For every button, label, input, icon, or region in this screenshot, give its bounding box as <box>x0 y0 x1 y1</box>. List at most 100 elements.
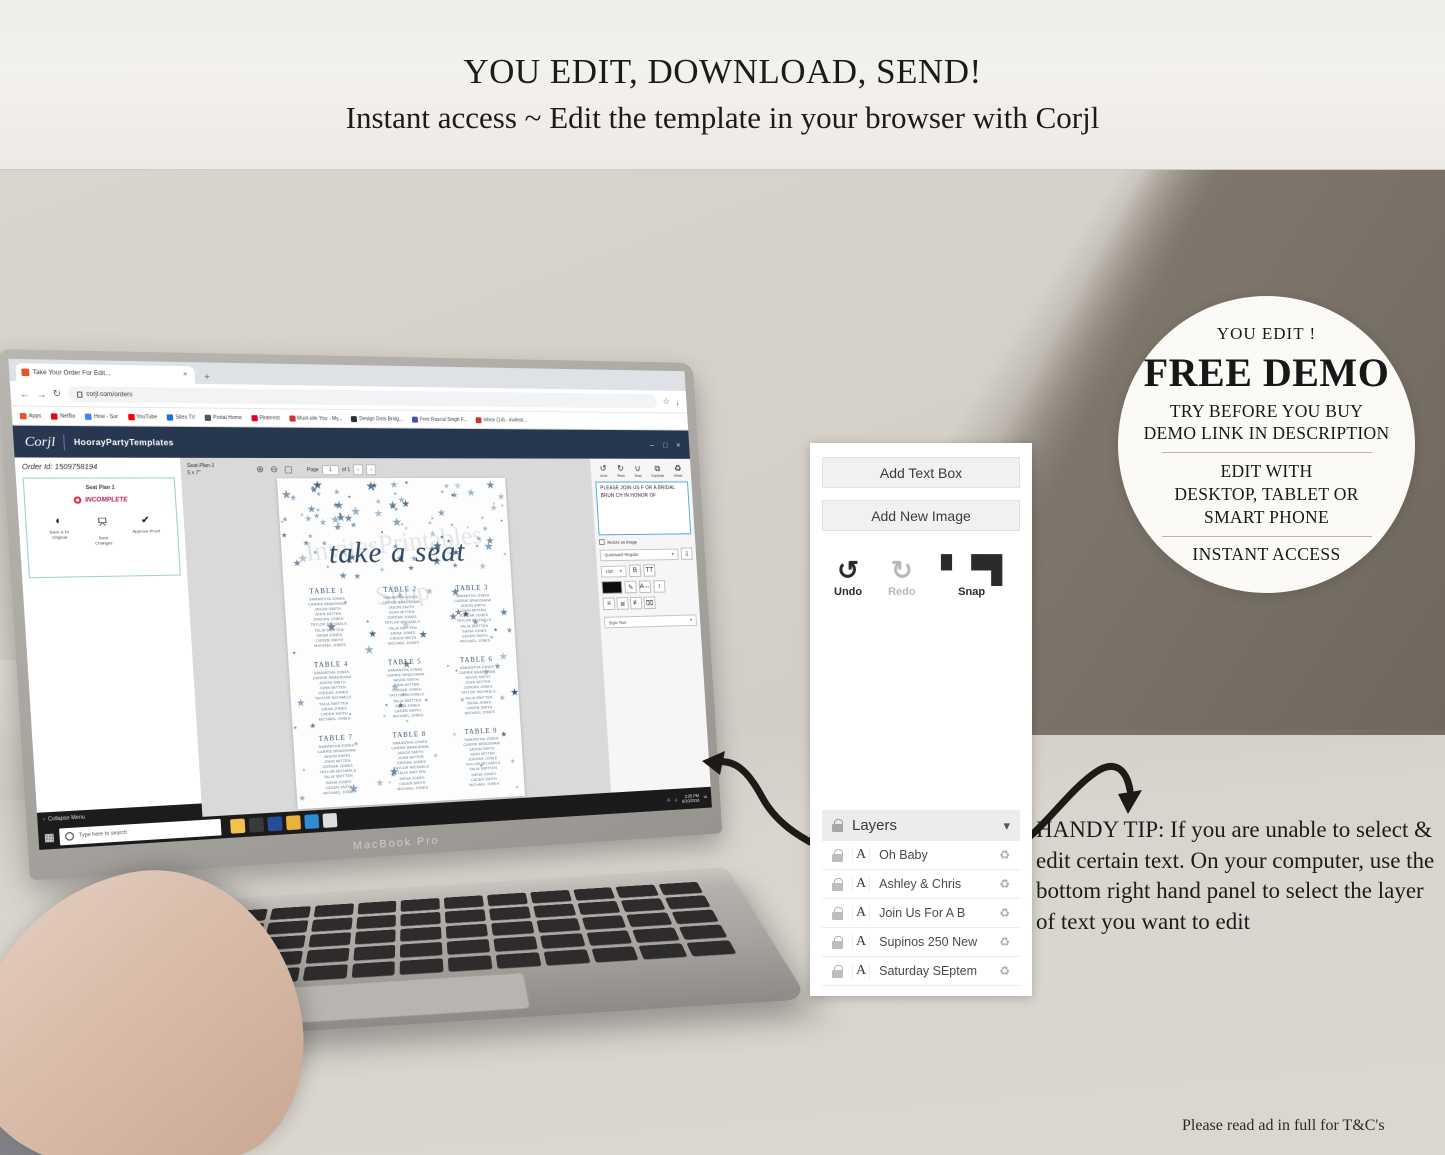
curve-text-button[interactable]: ⌧ <box>643 596 656 610</box>
layer-row[interactable]: A Supinos 250 New ♻ <box>822 928 1020 957</box>
chevron-left-icon: ‹ <box>42 816 46 823</box>
snap-tool[interactable]: ∪ Snap <box>634 463 641 477</box>
explorer-icon[interactable] <box>230 818 246 834</box>
chrome-icon[interactable] <box>249 817 265 833</box>
bookmark-item[interactable]: Must-site You - My... <box>288 415 343 422</box>
close-icon[interactable]: × <box>676 440 681 449</box>
new-tab-button[interactable]: + <box>198 372 217 385</box>
font-upload-button[interactable]: ⇩ <box>680 547 693 560</box>
download-icon[interactable]: ↓ <box>675 397 680 406</box>
keyboard-key <box>671 909 719 924</box>
trash-icon[interactable]: ♻ <box>999 848 1010 862</box>
design-thumbnail-card[interactable]: Seat Plan 1 INCOMPLETE ◐ Save a To Origi… <box>22 477 181 579</box>
bookmark-item[interactable]: How - Sur <box>85 413 118 420</box>
trash-icon: ♻ <box>673 463 682 473</box>
lock-icon[interactable] <box>832 906 843 920</box>
layer-row[interactable]: A Ashley & Chris ♻ <box>822 870 1020 899</box>
minimize-icon[interactable]: – <box>650 440 655 449</box>
notes-icon[interactable] <box>286 815 302 831</box>
approve-action[interactable]: ✔ Approve Proof <box>131 515 161 545</box>
snap-tool[interactable]: ▘▝▜ Snap <box>942 557 1002 598</box>
star-icon <box>501 504 504 507</box>
windows-start-icon[interactable]: ▦ <box>44 831 55 843</box>
redo-tool[interactable]: ↻ Redo <box>617 463 625 477</box>
trash-icon[interactable]: ♻ <box>999 935 1010 949</box>
align-left-button[interactable]: ≡ <box>602 597 616 611</box>
table-block: TABLE 2 SAMANTHA JONES CARRIE BRADSHAW JASO… <box>364 585 438 647</box>
divider <box>1161 452 1372 454</box>
bookmark-item[interactable]: Pinterest <box>251 414 280 421</box>
align-right-button[interactable]: ≢ <box>629 596 643 610</box>
terms-note: Please read ad in full for T&C's <box>1182 1117 1385 1134</box>
star-bookmark-icon[interactable]: ☆ <box>663 396 671 406</box>
bookmark-item[interactable]: Design Dots Bridg... <box>351 415 403 422</box>
bookmark-item[interactable]: Portal Home <box>204 414 242 421</box>
layers-header[interactable]: Layers ▾ <box>822 810 1020 841</box>
reload-icon[interactable]: ↻ <box>52 388 61 400</box>
text-transform-button[interactable]: TT <box>643 564 656 577</box>
back-icon[interactable]: ← <box>19 388 30 399</box>
text-edit-textarea[interactable]: PLEASE JOIN US F OR A BRIDAL BRUN CH IN … <box>595 481 692 536</box>
maximize-icon[interactable]: □ <box>663 440 668 449</box>
browser-tab[interactable]: Take Your Order For Edit... × <box>15 363 196 384</box>
eyedropper-icon[interactable]: ✎ <box>624 580 637 594</box>
windows-search-input[interactable]: Type here to search <box>59 818 223 846</box>
bookmark-item[interactable]: Netflix <box>51 412 76 419</box>
align-center-button[interactable]: ≣ <box>616 597 629 610</box>
volume-icon[interactable]: ♫ <box>674 797 677 802</box>
layer-row[interactable]: A Join Us For A B ♻ <box>822 899 1020 928</box>
resize-as-image-checkbox[interactable]: Resize as Image <box>598 538 692 545</box>
keyboard-key <box>308 932 351 948</box>
mail-icon[interactable] <box>322 812 338 828</box>
letter-spacing-button[interactable]: A↔ <box>638 580 652 594</box>
bookmark-item[interactable]: Free Rascal Singh F... <box>411 416 467 423</box>
page-number-input[interactable]: 1 <box>321 464 340 475</box>
add-new-image-button[interactable]: Add New Image <box>822 500 1020 531</box>
callout-arrow-left <box>702 751 820 849</box>
undo-tool[interactable]: ↺ Undo <box>599 463 607 477</box>
lock-icon[interactable] <box>832 848 843 862</box>
text-color-swatch[interactable] <box>601 580 623 594</box>
style-text-select[interactable]: Style Text ▾ <box>603 614 697 629</box>
keyboard-key <box>621 898 666 912</box>
layer-row[interactable]: A Oh Baby ♻ <box>822 841 1020 870</box>
redo-tool[interactable]: ↻ Redo <box>888 557 916 598</box>
table-block: TABLE 7 SAMANTHA JONES CARRIE BRADSHAW JASO… <box>299 732 375 797</box>
font-size-select[interactable]: 16pt ▾ <box>600 565 627 578</box>
font-family-select[interactable]: Quicksand Regular ▾ <box>599 548 679 561</box>
outlook-icon[interactable] <box>267 816 284 832</box>
save-action[interactable]: ⯳ Save Changes <box>88 515 118 546</box>
photos-icon[interactable] <box>304 814 320 830</box>
bold-button[interactable]: B <box>628 564 642 578</box>
revert-action[interactable]: ◐ Save a To Original <box>44 515 75 546</box>
chevron-down-icon[interactable]: ▾ <box>1003 818 1010 834</box>
duplicate-tool[interactable]: ⧉ Duplicate <box>651 463 664 477</box>
lock-icon[interactable] <box>832 964 843 978</box>
trash-icon[interactable]: ♻ <box>999 877 1010 891</box>
line-height-button[interactable]: ↕ <box>653 580 666 593</box>
prev-page-button[interactable]: ‹ <box>352 464 364 476</box>
bookmark-item[interactable]: Inbox (14) - invitesi... <box>475 416 527 423</box>
tab-close-icon[interactable]: × <box>183 371 188 378</box>
bookmark-item[interactable]: Apps <box>19 412 42 419</box>
layer-row[interactable]: A Saturday SEptem ♻ <box>822 957 1020 986</box>
trash-icon[interactable]: ♻ <box>999 906 1010 920</box>
forward-icon[interactable]: → <box>36 388 47 399</box>
star-icon <box>354 573 361 580</box>
keyboard-key <box>445 909 486 924</box>
delete-tool[interactable]: ♻ Delete <box>673 463 683 478</box>
delete-page-icon[interactable]: ▢ <box>284 464 293 475</box>
design-artboard[interactable]: InvitesPrintables Shop take a seat TABLE… <box>276 477 525 810</box>
bookmark-item[interactable]: YouTube <box>127 413 158 420</box>
zoom-in-icon[interactable]: ⊕ <box>256 464 264 475</box>
zoom-out-icon[interactable]: ⊖ <box>270 464 278 475</box>
bookmark-item[interactable]: Sites TV <box>166 413 195 420</box>
trash-icon[interactable]: ♻ <box>999 964 1010 978</box>
lock-icon[interactable] <box>832 935 843 949</box>
add-text-box-button[interactable]: Add Text Box <box>822 457 1020 488</box>
wifi-icon[interactable]: △ <box>667 797 670 803</box>
address-bar[interactable]: corjl.com/orders <box>67 386 658 409</box>
next-page-button[interactable]: › <box>365 464 377 476</box>
lock-icon[interactable] <box>832 877 843 891</box>
undo-tool[interactable]: ↺ Undo <box>834 557 862 598</box>
